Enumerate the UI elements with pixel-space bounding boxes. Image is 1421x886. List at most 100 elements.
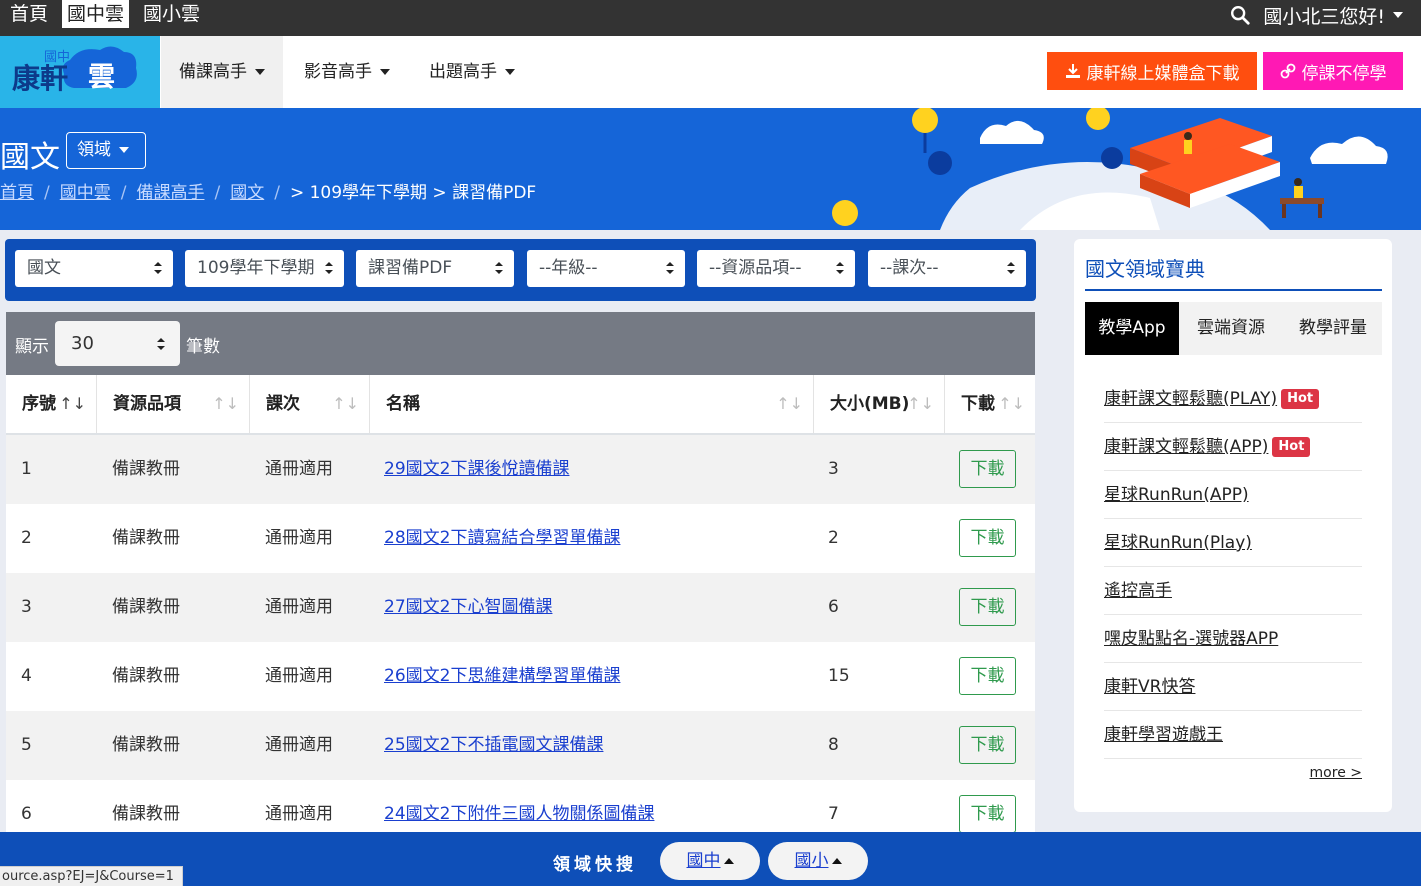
app-link[interactable]: 星球RunRun(APP)	[1104, 485, 1249, 505]
row-resource-item: 備課教冊	[112, 597, 180, 617]
select-arrows-icon	[1007, 262, 1015, 274]
grade-select-value: --年級--	[539, 258, 598, 278]
kangxuan-cloud-logo[interactable]: 國中 康軒 雲	[0, 36, 160, 108]
semester-select[interactable]: 109學年下學期	[185, 250, 344, 287]
column-header-label: 下載	[961, 394, 995, 414]
quick-search-label: 領域快搜	[553, 855, 637, 875]
grade-select[interactable]: --年級--	[527, 250, 685, 287]
top-tab-elementary-cloud[interactable]: 國小雲	[138, 0, 205, 28]
column-header-label: 名稱	[386, 394, 420, 414]
page-size-select[interactable]: 30	[55, 321, 180, 366]
breadcrumb-separator: /	[120, 183, 127, 203]
download-button[interactable]: 下載	[959, 519, 1016, 557]
top-tab-junior-cloud[interactable]: 國中雲	[62, 0, 130, 28]
download-icon	[1065, 64, 1080, 78]
media-box-download-label: 康軒線上媒體盒下載	[1086, 63, 1240, 84]
table-row: 3 備課教冊 通冊適用 27國文2下心智圖備課 6 下載	[6, 573, 1035, 642]
breadcrumb-chinese[interactable]: 國文	[230, 183, 264, 203]
sort-icon: ↑↓	[998, 394, 1025, 413]
row-lesson: 通冊適用	[265, 735, 333, 755]
app-link[interactable]: 星球RunRun(Play)	[1104, 533, 1252, 553]
resource-item-select[interactable]: --資源品項--	[697, 250, 855, 287]
quick-search-junior-button[interactable]: 國中	[660, 842, 760, 880]
app-link[interactable]: 康軒課文輕鬆聽(APP)	[1104, 437, 1268, 457]
list-item: 星球RunRun(APP)	[1104, 471, 1362, 519]
app-link[interactable]: 遙控高手	[1104, 581, 1172, 601]
lesson-select[interactable]: --課次--	[868, 250, 1026, 287]
page-title: 國文	[0, 140, 60, 175]
search-icon[interactable]	[1229, 4, 1251, 26]
app-link[interactable]: 康軒課文輕鬆聽(PLAY)	[1104, 389, 1277, 409]
app-link[interactable]: 康軒VR快答	[1104, 677, 1195, 697]
row-name-link[interactable]: 27國文2下心智圖備課	[384, 597, 552, 617]
column-header-download[interactable]: 下載 ↑↓	[945, 375, 1035, 433]
top-tab-home[interactable]: 首頁	[5, 0, 53, 28]
tab-teaching-app[interactable]: 教學App	[1085, 302, 1179, 355]
quick-search-elementary-label: 國小	[794, 851, 829, 871]
row-name-link[interactable]: 25國文2下不插電國文課備課	[384, 735, 603, 755]
user-greeting[interactable]: 國小北三您好!	[1263, 2, 1385, 29]
download-button[interactable]: 下載	[959, 795, 1016, 832]
download-button[interactable]: 下載	[959, 588, 1016, 626]
sort-icon: ↑↓	[332, 394, 359, 413]
app-link[interactable]: 嘿皮點點名-選號器APP	[1104, 629, 1278, 649]
nav-lesson-prep[interactable]: 備課高手	[161, 36, 283, 108]
row-resource-item: 備課教冊	[112, 459, 180, 479]
top-navigation-bar: 首頁 國中雲 國小雲 國小北三您好!	[0, 0, 1421, 36]
media-box-download-button[interactable]: 康軒線上媒體盒下載	[1047, 52, 1257, 90]
quick-search-elementary-button[interactable]: 國小	[768, 842, 868, 880]
breadcrumb-separator: /	[274, 183, 280, 203]
column-header-number[interactable]: 序號 ↑↓	[6, 375, 97, 433]
quick-search-bar: 領域快搜 國中 國小	[0, 832, 1421, 886]
column-header-label: 大小(MB)	[830, 394, 910, 414]
download-button[interactable]: 下載	[959, 450, 1016, 488]
column-header-name[interactable]: 名稱 ↑↓	[370, 375, 814, 433]
row-number: 2	[21, 528, 32, 548]
select-arrows-icon	[495, 262, 503, 274]
list-item: 康軒課文輕鬆聽(PLAY) Hot	[1104, 375, 1362, 423]
select-arrows-icon	[157, 338, 165, 350]
row-number: 5	[21, 735, 32, 755]
column-header-lesson[interactable]: 課次 ↑↓	[250, 375, 370, 433]
resource-type-select[interactable]: 課習備PDF	[356, 250, 514, 287]
row-name-link[interactable]: 24國文2下附件三國人物關係圖備課	[384, 804, 654, 824]
list-item: 嘿皮點點名-選號器APP	[1104, 615, 1362, 663]
logo-image: 國中 康軒 雲	[12, 46, 137, 95]
column-header-size[interactable]: 大小(MB) ↑↓	[814, 375, 945, 433]
row-name-link[interactable]: 29國文2下課後悅讀備課	[384, 459, 569, 479]
nav-quiz[interactable]: 出題高手	[411, 36, 533, 108]
banner-illustration	[832, 108, 1388, 230]
row-name-link[interactable]: 28國文2下讀寫結合學習單備課	[384, 528, 620, 548]
breadcrumb-separator: /	[44, 183, 50, 203]
nav-video[interactable]: 影音高手	[286, 36, 408, 108]
row-resource-item: 備課教冊	[112, 528, 180, 548]
download-button[interactable]: 下載	[959, 657, 1016, 695]
subject-select[interactable]: 國文	[15, 250, 173, 287]
row-size: 6	[828, 597, 839, 617]
domain-dropdown-button[interactable]: 領域	[66, 132, 146, 169]
nav-lesson-prep-label: 備課高手	[179, 62, 247, 82]
tab-cloud-resources[interactable]: 雲端資源	[1181, 302, 1281, 355]
chevron-down-icon	[505, 69, 515, 75]
row-name-link[interactable]: 26國文2下思維建構學習單備課	[384, 666, 620, 686]
tab-teaching-assessment[interactable]: 教學評量	[1284, 302, 1382, 355]
download-button[interactable]: 下載	[959, 726, 1016, 764]
row-lesson: 通冊適用	[265, 804, 333, 824]
page-size-value: 30	[71, 333, 94, 354]
chevron-up-icon	[831, 858, 842, 864]
breadcrumb-junior-cloud[interactable]: 國中雲	[60, 183, 111, 203]
app-link[interactable]: 康軒學習遊戲王	[1104, 725, 1223, 745]
row-resource-item: 備課教冊	[112, 666, 180, 686]
table-row: 1 備課教冊 通冊適用 29國文2下課後悅讀備課 3 下載	[6, 435, 1035, 504]
filter-bar: 國文 109學年下學期 課習備PDF --年級-- --資源品項-- --課次-…	[5, 239, 1036, 301]
logo-main-text: 康軒	[12, 62, 68, 95]
breadcrumb: 首頁 / 國中雲 / 備課高手 / 國文 / > 109學年下學期 > 課習備PDF	[0, 178, 536, 203]
user-menu[interactable]: 國小北三您好!	[1229, 2, 1403, 28]
breadcrumb-home[interactable]: 首頁	[0, 183, 34, 203]
show-label: 顯示	[15, 337, 49, 357]
stop-class-button[interactable]: 停課不停學	[1263, 52, 1403, 90]
resource-item-select-value: --資源品項--	[709, 258, 802, 278]
more-link[interactable]: more >	[1310, 765, 1362, 781]
column-header-resource-item[interactable]: 資源品項 ↑↓	[97, 375, 250, 433]
breadcrumb-lesson-prep[interactable]: 備課高手	[136, 183, 204, 203]
